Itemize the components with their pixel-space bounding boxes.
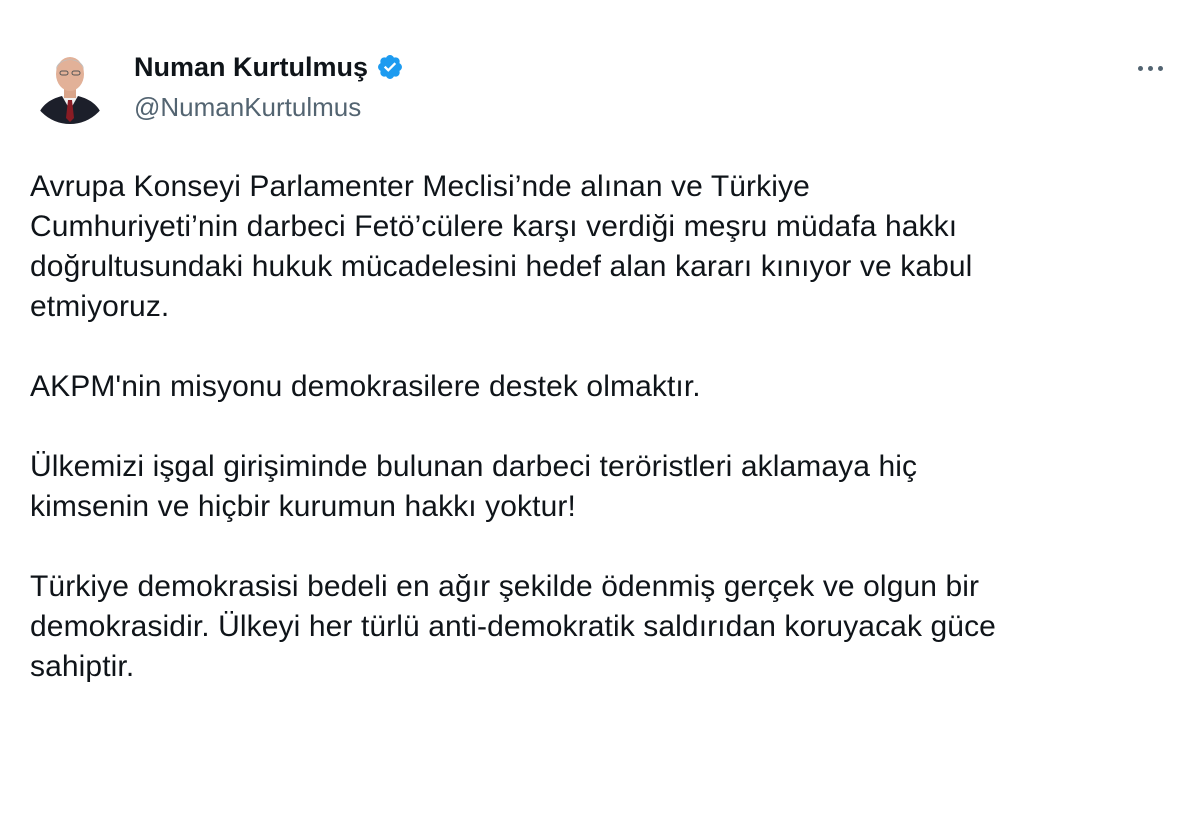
tweet-paragraph: Ülkemizi işgal girişiminde bulunan darbe… (30, 450, 918, 523)
author-names: Numan Kurtulmuş @NumanKurtulmus (134, 48, 404, 123)
tweet-paragraph: Türkiye demokrasisi bedeli en ağır şekil… (30, 570, 996, 683)
author-avatar[interactable] (30, 44, 110, 124)
author-handle[interactable]: @NumanKurtulmus (134, 92, 404, 123)
dot (1157, 65, 1163, 71)
display-name-row: Numan Kurtulmuş (134, 48, 404, 86)
dot (1147, 65, 1153, 71)
tweet-paragraph: Avrupa Konseyi Parlamenter Meclisi’nde a… (30, 170, 973, 323)
profile-photo (30, 44, 110, 124)
verified-badge-icon[interactable] (376, 53, 404, 81)
dot (1137, 65, 1143, 71)
tweet-header: Numan Kurtulmuş @NumanKurtulmus (30, 44, 1180, 134)
tweet-card: Numan Kurtulmuş @NumanKurtulmus Avrupa K… (0, 0, 1200, 816)
author-display-name[interactable]: Numan Kurtulmuş (134, 52, 368, 83)
tweet-paragraph: AKPM'nin misyonu demokrasilere destek ol… (30, 370, 701, 403)
more-options-icon[interactable] (1130, 48, 1170, 88)
tweet-text: Avrupa Konseyi Parlamenter Meclisi’nde a… (30, 167, 1180, 687)
